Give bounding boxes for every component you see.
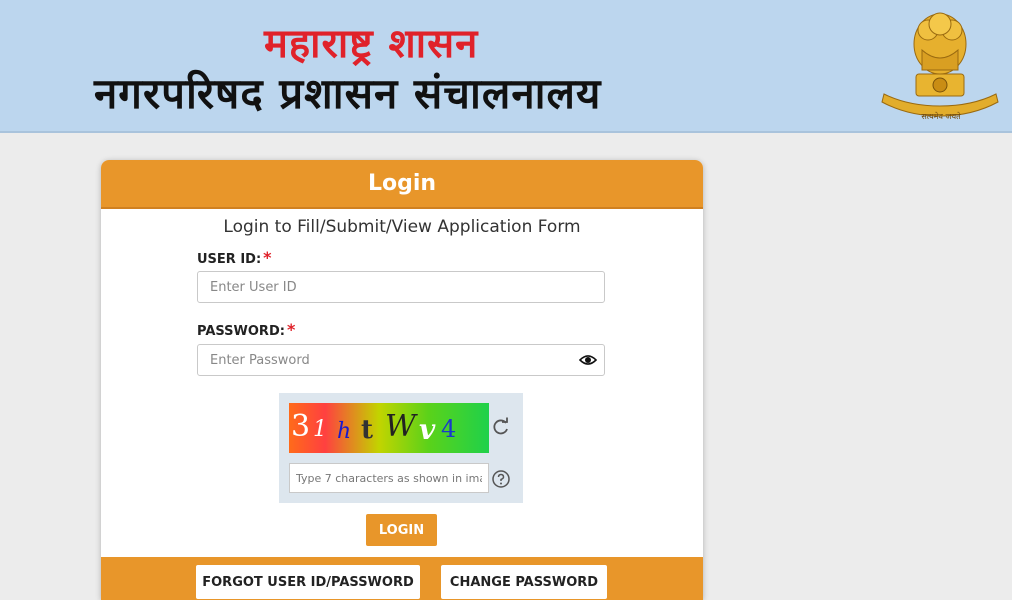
user-id-label-text: USER ID: — [197, 252, 262, 267]
captcha-char: 3 — [291, 409, 311, 444]
user-id-label: USER ID: * — [197, 248, 272, 267]
captcha-char: v — [419, 413, 436, 446]
login-button[interactable]: LOGIN — [366, 514, 437, 546]
captcha-char: 1 — [313, 417, 327, 442]
captcha-section: 3 1 h t W v 4 — [279, 393, 523, 503]
captcha-char: W — [385, 409, 416, 444]
state-emblem-icon — [881, 12, 999, 117]
captcha-image: 3 1 h t W v 4 — [289, 403, 489, 453]
captcha-char: h — [337, 419, 352, 444]
captcha-char: t — [361, 415, 374, 445]
login-subtitle: Login to Fill/Submit/View Application Fo… — [223, 217, 581, 237]
site-header: महाराष्ट्र शासन नगरपरिषद प्रशासन संचालना… — [0, 0, 1012, 133]
password-input[interactable] — [197, 344, 605, 376]
refresh-captcha-icon[interactable] — [491, 417, 511, 437]
captcha-char: 4 — [441, 415, 457, 443]
login-heading: Login — [101, 160, 703, 209]
required-mark: * — [286, 320, 296, 339]
password-label-text: PASSWORD: — [197, 324, 285, 339]
header-title-line1: महाराष्ट्र शासन — [264, 21, 479, 67]
password-label: PASSWORD: * — [197, 320, 295, 339]
captcha-input[interactable] — [289, 463, 489, 493]
login-footer-bar: FORGOT USER ID/PASSWORD CHANGE PASSWORD — [101, 557, 703, 600]
change-password-button[interactable]: CHANGE PASSWORD — [441, 565, 607, 599]
forgot-userid-password-button[interactable]: FORGOT USER ID/PASSWORD — [196, 565, 420, 599]
required-mark: * — [263, 248, 272, 267]
show-password-eye-icon[interactable] — [579, 353, 597, 367]
user-id-input[interactable] — [197, 271, 605, 303]
login-panel: Login Login to Fill/Submit/View Applicat… — [101, 160, 703, 600]
emblem-motto: सत्यमेव जयते — [921, 112, 961, 121]
header-title-line2: नगरपरिषद प्रशासन संचालनालय — [94, 69, 602, 118]
help-icon[interactable] — [492, 470, 510, 488]
